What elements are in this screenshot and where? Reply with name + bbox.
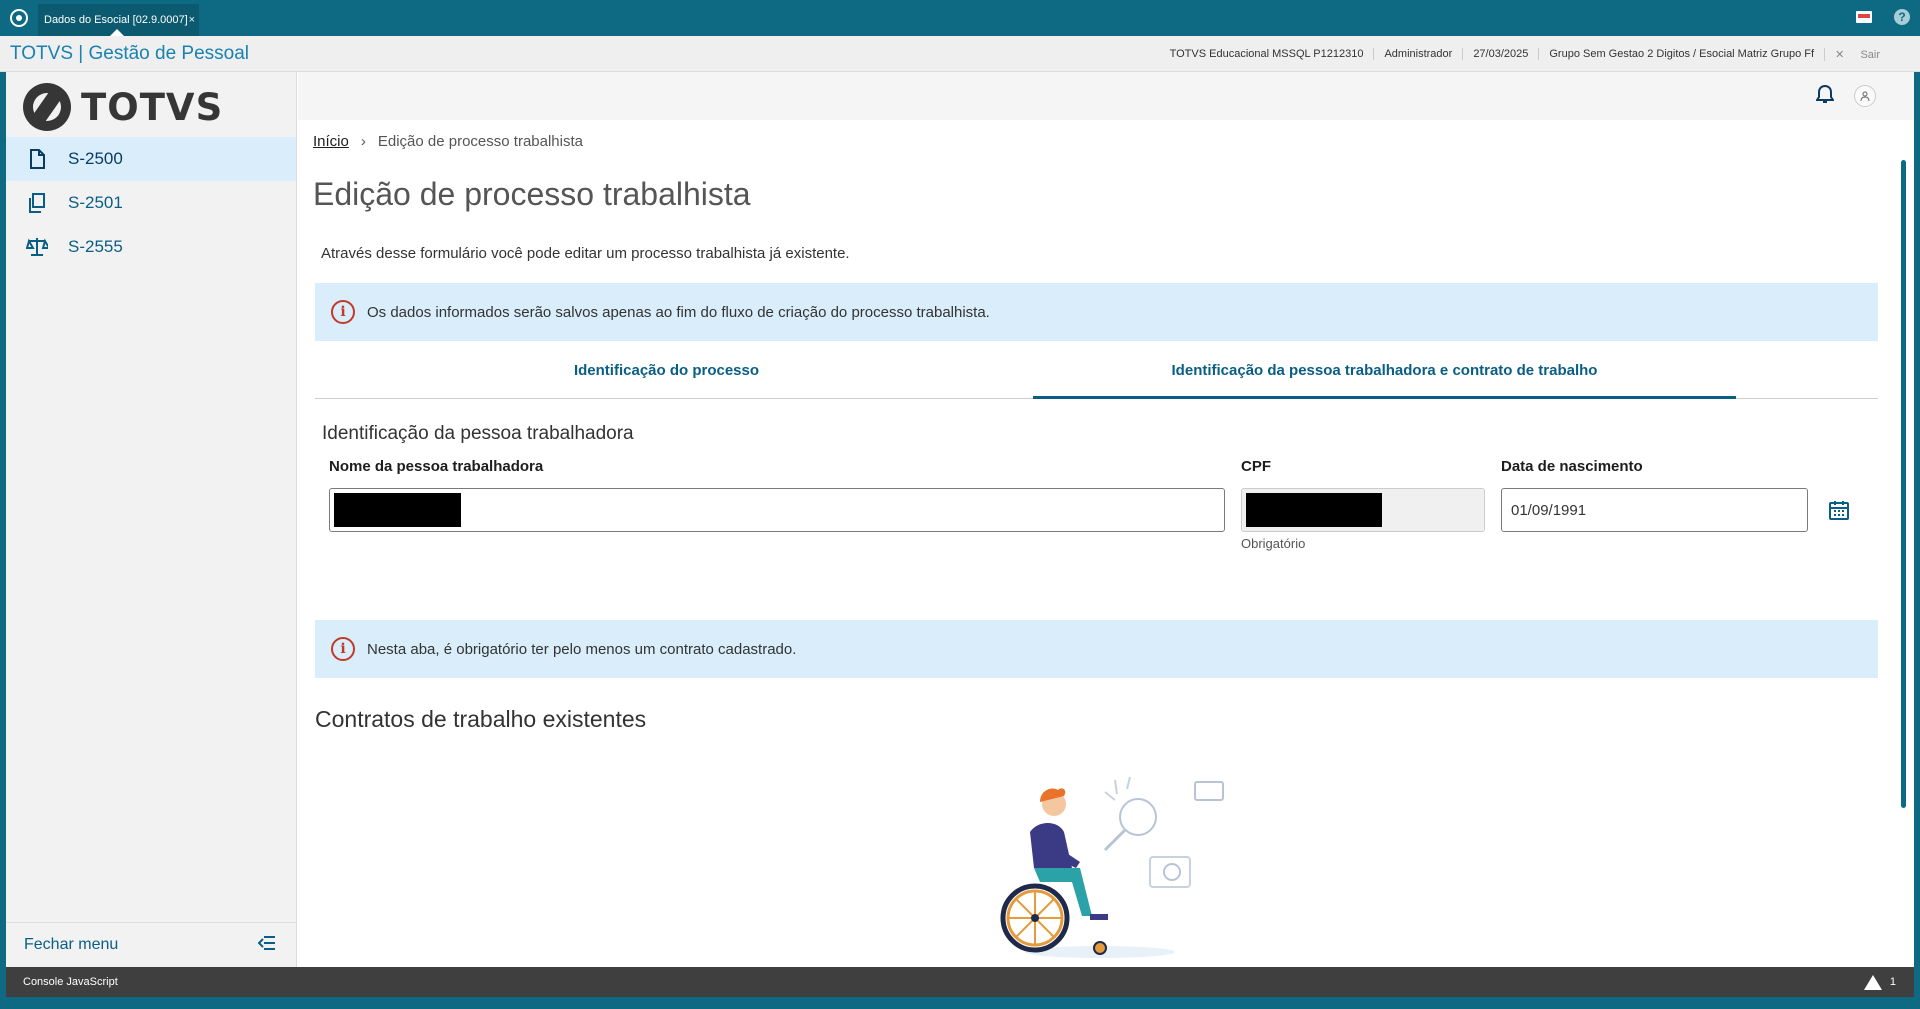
breadcrumb: Início › Edição de processo trabalhista bbox=[313, 133, 583, 150]
documents-copy-icon bbox=[26, 192, 48, 214]
vertical-scrollbar[interactable] bbox=[1901, 160, 1906, 808]
redacted-name bbox=[334, 493, 461, 527]
window-tab-title: Dados do Esocial [02.9.0007] bbox=[44, 14, 188, 26]
tab-worker-identification[interactable]: Identificação da pessoa trabalhadora e c… bbox=[1033, 349, 1736, 399]
close-menu-label: Fechar menu bbox=[24, 936, 119, 953]
system-title: TOTVS | Gestão de Pessoal bbox=[10, 43, 250, 64]
empty-state-illustration bbox=[1000, 776, 1224, 958]
sidebar-item-label: S-2555 bbox=[68, 237, 123, 256]
page-description: Através desse formulário você pode edita… bbox=[321, 245, 850, 262]
alert-text: Os dados informados serão salvos apenas … bbox=[367, 303, 990, 321]
brand-name: TOTVS bbox=[81, 85, 224, 129]
breadcrumb-current: Edição de processo trabalhista bbox=[377, 133, 583, 150]
worker-name-input[interactable] bbox=[329, 488, 1225, 532]
info-alert-contract: i Nesta aba, é obrigatório ter pelo meno… bbox=[315, 620, 1878, 678]
avatar[interactable] bbox=[1854, 85, 1876, 107]
scale-icon bbox=[26, 236, 48, 258]
sidebar: TOTVS S-2500 S-2501 S-2555 Fechar menu bbox=[6, 72, 297, 967]
sidebar-item-s2500[interactable]: S-2500 bbox=[6, 137, 296, 181]
breadcrumb-home-link[interactable]: Início bbox=[313, 133, 349, 150]
exit-label: Sair bbox=[1860, 48, 1880, 61]
birth-date-label: Data de nascimento bbox=[1501, 458, 1643, 475]
warning-icon bbox=[1863, 974, 1882, 990]
window-tabbar: Dados do Esocial [02.9.0007] × ? bbox=[0, 0, 1920, 36]
sidebar-item-s2555[interactable]: S-2555 bbox=[6, 225, 296, 269]
tab-process-identification[interactable]: Identificação do processo bbox=[315, 349, 1018, 399]
user-label: Administrador bbox=[1373, 48, 1462, 60]
window-actions: ? bbox=[1856, 9, 1910, 25]
redacted-cpf bbox=[1246, 493, 1382, 527]
info-alert-save: i Os dados informados serão salvos apena… bbox=[315, 283, 1878, 341]
info-icon: i bbox=[331, 637, 355, 661]
brand-logo: TOTVS bbox=[23, 82, 223, 132]
worker-name-label: Nome da pessoa trabalhadora bbox=[329, 458, 544, 475]
page-title: Edição de processo trabalhista bbox=[313, 176, 751, 212]
document-icon bbox=[26, 148, 48, 170]
console-label: Console JavaScript bbox=[23, 976, 118, 988]
active-tab-caret-icon bbox=[110, 29, 124, 36]
calendar-icon[interactable] bbox=[1829, 500, 1849, 525]
environment-label: TOTVS Educacional MSSQL P1212310 bbox=[1169, 48, 1364, 60]
group-label[interactable]: Grupo Sem Gestao 2 Digitos / Esocial Mat… bbox=[1538, 48, 1824, 60]
sidebar-menu: S-2500 S-2501 S-2555 bbox=[6, 137, 296, 269]
system-info: TOTVS Educacional MSSQL P1212310 Adminis… bbox=[1160, 36, 1900, 72]
info-icon: i bbox=[331, 300, 355, 324]
contracts-section-title: Contratos de trabalho existentes bbox=[315, 706, 647, 732]
close-menu-button[interactable]: Fechar menu bbox=[6, 922, 296, 967]
birth-date-input[interactable]: 01/09/1991 bbox=[1501, 488, 1808, 532]
sidebar-item-label: S-2501 bbox=[68, 193, 123, 212]
mail-icon[interactable] bbox=[1856, 11, 1872, 23]
cpf-required-helper: Obrigatório bbox=[1241, 536, 1306, 551]
help-icon[interactable]: ? bbox=[1894, 9, 1910, 25]
app-logo-icon[interactable] bbox=[10, 9, 28, 27]
bell-icon[interactable] bbox=[1815, 84, 1835, 109]
breadcrumb-separator-icon: › bbox=[360, 133, 366, 150]
totvs-logo-icon bbox=[23, 83, 71, 131]
alert-text: Nesta aba, é obrigatório ter pelo menos … bbox=[367, 640, 797, 658]
javascript-console-bar[interactable]: Console JavaScript 1 bbox=[6, 967, 1914, 997]
window-tab[interactable]: Dados do Esocial [02.9.0007] × bbox=[38, 4, 199, 36]
worker-section-title: Identificação da pessoa trabalhadora bbox=[322, 423, 634, 444]
exit-button[interactable]: ✕ Sair bbox=[1824, 47, 1900, 61]
content-toolbar bbox=[298, 72, 1914, 120]
cpf-input bbox=[1241, 488, 1485, 532]
form-tabs: Identificação do processo Identificação … bbox=[315, 349, 1878, 399]
system-header: TOTVS | Gestão de Pessoal TOTVS Educacio… bbox=[0, 36, 1920, 72]
cpf-label: CPF bbox=[1241, 458, 1271, 475]
sidebar-item-label: S-2500 bbox=[68, 149, 123, 168]
warning-count: 1 bbox=[1889, 976, 1896, 988]
close-tab-icon[interactable]: × bbox=[189, 4, 195, 36]
birth-date-value: 01/09/1991 bbox=[1511, 501, 1587, 519]
sidebar-item-s2501[interactable]: S-2501 bbox=[6, 181, 296, 225]
console-warnings[interactable]: 1 bbox=[1863, 974, 1896, 990]
date-label: 27/03/2025 bbox=[1462, 48, 1538, 60]
collapse-menu-icon bbox=[257, 935, 276, 955]
